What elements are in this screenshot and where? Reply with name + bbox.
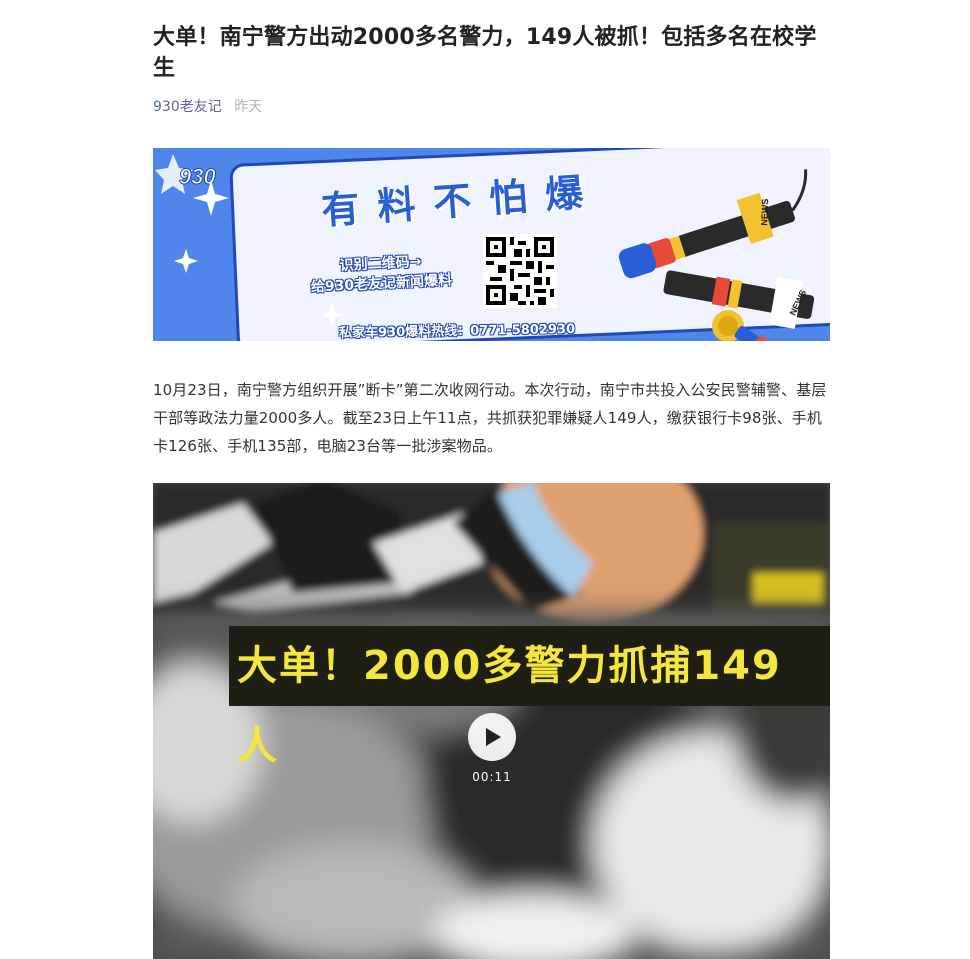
sparkle-icon: [193, 180, 229, 216]
article-header: 大单！南宁警方出动2000多名警力，149人被抓！包括多名在校学生 930老友记…: [153, 22, 830, 117]
article-title: 大单！南宁警方出动2000多名警力，149人被抓！包括多名在校学生: [153, 25, 817, 81]
author-link[interactable]: 930老友记: [153, 99, 222, 115]
publish-time: 昨天: [234, 99, 263, 115]
microphone-icon: NEWS NEWS: [618, 169, 815, 341]
sparkle-icon: [174, 249, 198, 273]
qr-code[interactable]: [483, 234, 557, 308]
video-player[interactable]: 大单！2000多警力抓捕149人 00:11: [153, 483, 830, 959]
article-meta: 930老友记 昨天: [153, 97, 830, 117]
article-paragraph: 10月23日，南宁警方组织开展”断卡”第二次收网行动。本次行动，南宁市共投入公安…: [153, 381, 827, 455]
play-icon: [486, 728, 501, 746]
video-duration: 00:11: [472, 770, 512, 784]
play-button[interactable]: [468, 713, 516, 761]
video-caption: 大单！2000多警力抓捕149人: [229, 626, 830, 769]
qr-code-icon: [486, 237, 554, 305]
banner-hotline: 私家车930爆料热线：0771-5802930: [338, 321, 576, 341]
promo-banner-image[interactable]: 930 有料不怕爆 识别二维码→ 给930老友记新闻爆料 私家车930爆料热线：…: [153, 148, 830, 341]
mic-label-1: NEWS: [759, 198, 770, 225]
